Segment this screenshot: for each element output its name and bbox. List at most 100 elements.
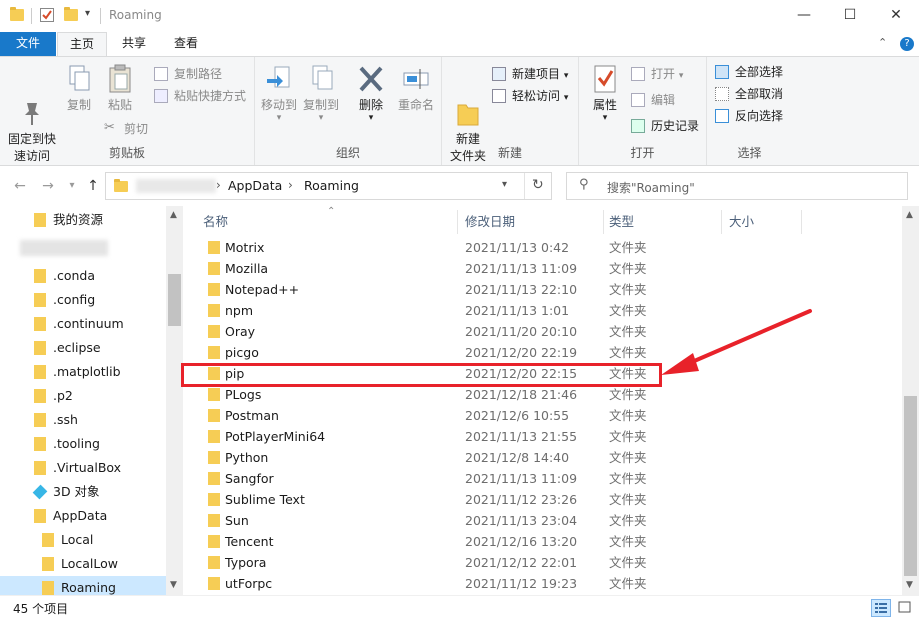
- properties-button[interactable]: 属性 ▾: [585, 63, 625, 123]
- folder-icon: [34, 509, 46, 523]
- scroll-up-icon[interactable]: ▲: [170, 210, 177, 220]
- tree-scrollbar[interactable]: ▲ ▼: [166, 206, 183, 595]
- tree-item[interactable]: LocalLow: [0, 552, 166, 576]
- tree-item[interactable]: Local: [0, 528, 166, 552]
- details-view-button[interactable]: [871, 599, 891, 617]
- collapse-ribbon-icon[interactable]: ⌃: [878, 36, 887, 49]
- breadcrumb-appdata[interactable]: AppData: [228, 178, 282, 193]
- file-row[interactable]: Postman 2021/12/6 10:55 文件夹: [203, 405, 863, 426]
- tree-item[interactable]: .VirtualBox: [0, 456, 166, 480]
- file-row[interactable]: Python 2021/12/8 14:40 文件夹: [203, 447, 863, 468]
- search-input[interactable]: 搜索"Roaming": [607, 179, 695, 196]
- tree-item[interactable]: .continuum: [0, 312, 166, 336]
- address-bar[interactable]: › AppData › Roaming ▾ ↻: [105, 172, 552, 200]
- column-header-type[interactable]: 类型: [609, 206, 719, 236]
- open-button[interactable]: 打开 ▾: [631, 64, 683, 84]
- tree-item-label: Local: [61, 532, 94, 547]
- file-name: Mozilla: [225, 261, 269, 276]
- tree-item[interactable]: .matplotlib: [0, 360, 166, 384]
- edit-button[interactable]: 编辑: [631, 90, 675, 110]
- breadcrumb-roaming[interactable]: Roaming: [304, 178, 359, 193]
- folder-icon: [208, 346, 220, 359]
- close-button[interactable]: ✕: [873, 0, 919, 32]
- tree-item-label: .p2: [53, 388, 73, 403]
- file-row[interactable]: Mozilla 2021/11/13 11:09 文件夹: [203, 258, 863, 279]
- tree-item[interactable]: .ssh: [0, 408, 166, 432]
- tree-item-label: .matplotlib: [53, 364, 121, 379]
- file-row[interactable]: Sangfor 2021/11/13 11:09 文件夹: [203, 468, 863, 489]
- file-row[interactable]: Notepad++ 2021/11/13 22:10 文件夹: [203, 279, 863, 300]
- large-icons-view-button[interactable]: [895, 599, 915, 617]
- easy-access-button[interactable]: 轻松访问 ▾: [492, 86, 568, 106]
- scroll-down-icon[interactable]: ▼: [906, 580, 913, 590]
- file-type: 文件夹: [609, 576, 647, 591]
- tree-scroll-thumb[interactable]: [168, 274, 181, 326]
- minimize-button[interactable]: —: [781, 0, 827, 32]
- column-header-date[interactable]: 修改日期: [465, 206, 605, 236]
- paste-button[interactable]: 粘贴: [100, 63, 140, 114]
- history-button[interactable]: 历史记录: [631, 116, 699, 136]
- tree-item-label: .continuum: [53, 316, 124, 331]
- back-arrow-icon[interactable]: ←: [10, 176, 30, 196]
- tab-view[interactable]: 查看: [164, 32, 208, 56]
- select-group: 全部选择 全部取消 反向选择 选择: [707, 57, 792, 165]
- select-none-button[interactable]: 全部取消: [715, 84, 783, 104]
- tab-file[interactable]: 文件: [0, 32, 56, 56]
- customize-toolbar-icon[interactable]: ▾: [85, 8, 90, 19]
- open-icon: [631, 67, 645, 81]
- move-to-button[interactable]: 移动到 ▾: [259, 63, 299, 123]
- tree-item-label: Roaming: [61, 580, 116, 595]
- recent-locations-icon[interactable]: ▾: [62, 176, 82, 196]
- file-row[interactable]: PotPlayerMini64 2021/11/13 21:55 文件夹: [203, 426, 863, 447]
- address-dropdown-icon[interactable]: ▾: [502, 179, 507, 190]
- rename-button[interactable]: 重命名: [393, 63, 439, 114]
- copy-path-button[interactable]: 复制路径: [154, 64, 222, 84]
- tree-item[interactable]: .config: [0, 288, 166, 312]
- properties-quick-icon[interactable]: [40, 8, 54, 22]
- select-all-button[interactable]: 全部选择: [715, 62, 783, 82]
- tree-item[interactable]: .conda: [0, 264, 166, 288]
- scissors-icon: ✂: [104, 120, 115, 135]
- help-icon[interactable]: ?: [900, 37, 914, 51]
- copy-button[interactable]: 复制: [62, 63, 96, 114]
- file-row[interactable]: Tencent 2021/12/16 13:20 文件夹: [203, 531, 863, 552]
- scroll-up-icon[interactable]: ▲: [906, 210, 913, 220]
- file-row[interactable]: Typora 2021/12/12 22:01 文件夹: [203, 552, 863, 573]
- tree-item[interactable]: 我的资源: [0, 208, 166, 232]
- tab-home[interactable]: 主页: [57, 32, 107, 56]
- file-row[interactable]: PLogs 2021/12/18 21:46 文件夹: [203, 384, 863, 405]
- tree-item[interactable]: 3D 对象: [0, 480, 166, 504]
- new-item-button[interactable]: 新建项目 ▾: [492, 64, 568, 84]
- cube-3d-icon: [32, 484, 48, 500]
- tree-item[interactable]: .tooling: [0, 432, 166, 456]
- file-row[interactable]: Sublime Text 2021/11/12 23:26 文件夹: [203, 489, 863, 510]
- refresh-icon[interactable]: ↻: [532, 177, 544, 193]
- tree-item[interactable]: .p2: [0, 384, 166, 408]
- folder-icon: [34, 293, 46, 307]
- invert-selection-button[interactable]: 反向选择: [715, 106, 783, 126]
- copy-to-button[interactable]: 复制到 ▾: [301, 63, 341, 123]
- delete-button[interactable]: 删除 ▾: [353, 63, 389, 123]
- paste-shortcut-button[interactable]: 粘贴快捷方式: [154, 86, 246, 106]
- scroll-down-icon[interactable]: ▼: [170, 580, 177, 590]
- file-type: 文件夹: [609, 471, 647, 486]
- tree-item[interactable]: Roaming: [0, 576, 166, 595]
- file-row[interactable]: Motrix 2021/11/13 0:42 文件夹: [203, 237, 863, 258]
- search-box[interactable]: ⚲ 搜索"Roaming": [566, 172, 908, 200]
- column-header-size[interactable]: 大小: [729, 206, 799, 236]
- forward-arrow-icon[interactable]: →: [38, 176, 58, 196]
- new-folder-quick-icon[interactable]: [64, 7, 78, 21]
- list-scroll-thumb[interactable]: [904, 396, 917, 576]
- column-header-name[interactable]: 名称: [203, 206, 461, 236]
- list-scrollbar[interactable]: ▲ ▼: [902, 206, 919, 595]
- cut-button[interactable]: ✂ 剪切: [104, 119, 148, 139]
- folder-icon: [208, 262, 220, 275]
- file-row[interactable]: Sun 2021/11/13 23:04 文件夹: [203, 510, 863, 531]
- tree-item[interactable]: .eclipse: [0, 336, 166, 360]
- tree-item[interactable]: AppData: [0, 504, 166, 528]
- maximize-button[interactable]: ☐: [827, 0, 873, 32]
- paste-shortcut-icon: [154, 89, 168, 103]
- tab-share[interactable]: 共享: [112, 32, 156, 56]
- up-arrow-icon[interactable]: ↑: [83, 176, 103, 196]
- file-row[interactable]: utForpc 2021/11/12 19:23 文件夹: [203, 573, 863, 594]
